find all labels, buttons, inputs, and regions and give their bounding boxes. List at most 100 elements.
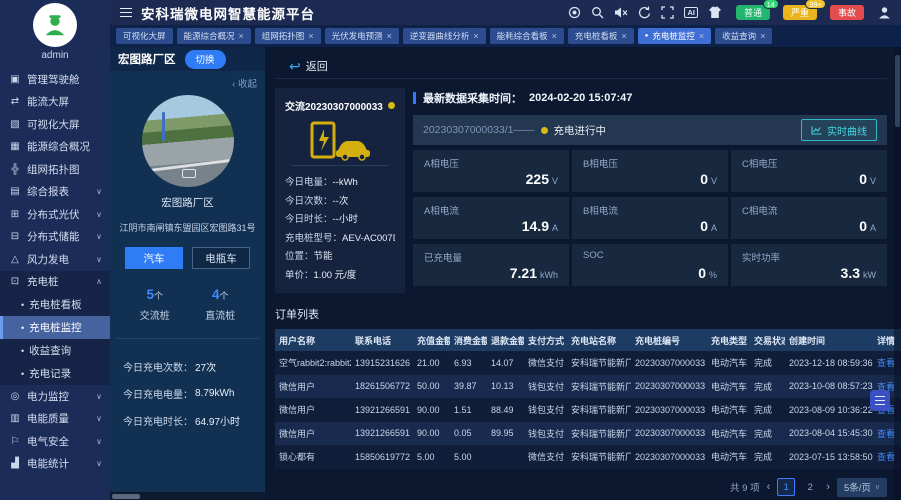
sidebar-item-1[interactable]: ⇄能流大屏	[0, 91, 110, 114]
metric-unit: %	[709, 270, 717, 280]
sidebar-item-4[interactable]: ╬组网拓扑图	[0, 158, 110, 181]
sidebar-item-2[interactable]: ▧可视化大屏	[0, 113, 110, 136]
realtime-curve-button[interactable]: 实时曲线	[801, 119, 877, 141]
close-icon[interactable]: ×	[308, 32, 313, 41]
chevron-down-icon: ∨	[96, 232, 102, 241]
charger-icon: ⊡	[8, 276, 22, 287]
tab-0[interactable]: 可视化大屏	[116, 28, 173, 44]
sidebar-item-8[interactable]: △风力发电∨	[0, 248, 110, 271]
tab-6[interactable]: 充电桩看板×	[568, 28, 634, 44]
back-button[interactable]: ↩ 返回	[289, 58, 328, 74]
search-icon[interactable]	[591, 6, 604, 19]
info-label: 今日电量：	[285, 177, 333, 188]
ai-assistant-icon[interactable]: AI	[684, 7, 698, 18]
close-icon[interactable]: ×	[387, 32, 392, 41]
table-cell: 微信用户	[275, 422, 351, 446]
report-icon: ▤	[8, 186, 22, 197]
vehicle-tab-1[interactable]: 电瓶车	[192, 247, 250, 269]
close-icon[interactable]: ×	[621, 32, 626, 41]
page-number-2[interactable]: 2	[801, 478, 819, 496]
sidebar-item-13[interactable]: ▟电能统计∨	[0, 453, 110, 476]
station-panel: 宏图路厂区 切换 ‹ 收起 宏图路厂区 江阴市南闸镇东盟园区宏图路31号 汽车电…	[110, 47, 265, 500]
vehicle-tab-0[interactable]: 汽车	[125, 247, 183, 269]
today-value: 27次	[195, 359, 216, 374]
bullet-icon: •	[21, 369, 24, 379]
refresh-icon[interactable]	[638, 6, 651, 19]
sidebar-item-7[interactable]: ⊟分布式储能∨	[0, 226, 110, 249]
station-photo[interactable]	[142, 95, 234, 187]
sidebar-item-12[interactable]: ⚐电气安全∨	[0, 430, 110, 453]
metric-label: 已充电量	[424, 250, 558, 264]
pile-info-row-4: 位置：节能	[285, 248, 395, 267]
metric-unit: kWh	[540, 270, 558, 280]
tab-8[interactable]: 收益查询 ×	[715, 28, 772, 44]
back-row: ↩ 返回	[275, 54, 887, 79]
sidebar-subitem-2[interactable]: •收益查询	[0, 339, 110, 362]
bullet-icon: •	[21, 300, 24, 310]
metric-unit: A	[870, 223, 876, 233]
tab-7[interactable]: ●充电桩监控×	[638, 28, 711, 44]
scrollbar-thumb[interactable]	[112, 494, 140, 499]
prev-page-icon[interactable]: ‹	[767, 481, 771, 493]
alarm-button-normal[interactable]: 普通14	[736, 5, 770, 20]
switch-station-button[interactable]: 切换	[185, 50, 226, 69]
column-settings-button[interactable]	[870, 390, 890, 411]
page-size-select[interactable]: 5条/页∨	[837, 478, 887, 497]
user-icon[interactable]	[878, 6, 891, 19]
tab-label: 收益查询	[722, 30, 756, 42]
metric-value: 3.3kW	[841, 265, 876, 281]
sidebar-item-9[interactable]: ⊡充电桩∧	[0, 271, 110, 294]
tab-1[interactable]: 能源综合概况×	[177, 28, 251, 44]
sidebar-item-0[interactable]: ▣管理驾驶舱	[0, 68, 110, 91]
table-cell: 钱包支付	[524, 398, 567, 422]
tab-5[interactable]: 能耗综合看板×	[490, 28, 564, 44]
collapse-panel-link[interactable]: ‹ 收起	[110, 71, 265, 92]
collect-time-row: 最新数据采集时间： 2024-02-20 15:07:47	[413, 88, 887, 108]
table-cell: 钱包支付	[524, 375, 567, 399]
theme-shirt-icon[interactable]	[708, 6, 722, 19]
page-number-1[interactable]: 1	[777, 478, 795, 496]
metric-unit: V	[870, 176, 876, 186]
horizontal-scrollbar[interactable]	[110, 492, 265, 500]
fullscreen-icon[interactable]	[661, 6, 674, 19]
avatar[interactable]	[33, 3, 77, 47]
menu-toggle-icon[interactable]	[120, 8, 132, 18]
table-cell: 2023-08-09 10:36:22	[785, 398, 873, 422]
tab-4[interactable]: 逆变器曲线分析×	[403, 28, 486, 44]
next-page-icon[interactable]: ›	[826, 481, 830, 493]
power-quality-icon: ▥	[8, 413, 22, 424]
topology-icon: ╬	[8, 164, 22, 175]
vertical-scrollbar[interactable]	[894, 47, 901, 500]
close-icon[interactable]: ×	[239, 32, 244, 41]
metric-value: 14.9A	[522, 218, 558, 234]
scrollbar-thumb[interactable]	[895, 55, 900, 127]
tab-2[interactable]: 组网拓扑图×	[255, 28, 321, 44]
sidebar-subitem-0[interactable]: •充电桩看板	[0, 293, 110, 316]
sidebar-item-10[interactable]: ◎电力监控∨	[0, 385, 110, 408]
alarm-button-accident[interactable]: 事故	[830, 5, 864, 20]
close-icon[interactable]: ×	[760, 32, 765, 41]
tab-3[interactable]: 光伏发电预测×	[325, 28, 399, 44]
mute-icon[interactable]	[614, 6, 628, 19]
close-icon[interactable]: ×	[552, 32, 557, 41]
wind-icon: △	[8, 254, 22, 265]
metric-value: 0%	[698, 265, 717, 281]
table-cell: 安科瑞节能新厂	[567, 351, 631, 375]
close-icon[interactable]: ×	[473, 32, 478, 41]
station-name: 宏图路厂区	[118, 51, 176, 67]
metric-label: A相电压	[424, 156, 558, 170]
sidebar-item-3[interactable]: ▦能源综合概况	[0, 136, 110, 159]
sidebar-subitem-3[interactable]: •充电记录	[0, 362, 110, 385]
table-cell: 钱包支付	[524, 422, 567, 446]
alarm-button-serious[interactable]: 严重99+	[783, 5, 817, 20]
table-cell: 微信用户	[275, 375, 351, 399]
chevron-down-icon: ∨	[875, 483, 880, 491]
sidebar-subitem-1[interactable]: •充电桩监控	[0, 316, 110, 339]
target-icon[interactable]	[568, 6, 581, 19]
sidebar-item-5[interactable]: ▤综合报表∨	[0, 181, 110, 204]
energy-stats-icon: ▟	[8, 458, 22, 469]
sidebar-item-11[interactable]: ▥电能质量∨	[0, 408, 110, 431]
tab-label: 可视化大屏	[123, 30, 166, 42]
close-icon[interactable]: ×	[699, 32, 704, 41]
sidebar-item-6[interactable]: ⊞分布式光伏∨	[0, 203, 110, 226]
